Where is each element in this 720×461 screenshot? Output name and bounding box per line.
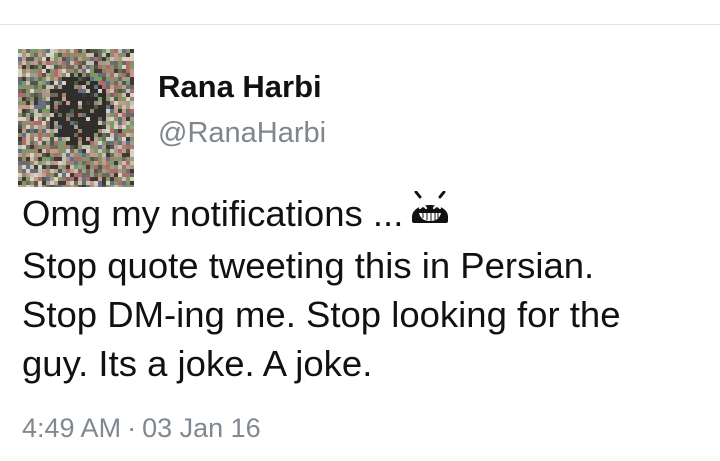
android-laughing-icon	[409, 188, 451, 237]
tweet-text-line: Omg my notifications ...	[22, 189, 712, 241]
meta-separator: ·	[127, 413, 137, 443]
tweet-timestamp: 4:49 AM · 03 Jan 16	[22, 413, 261, 444]
tweet-date: 03 Jan 16	[142, 413, 261, 443]
tweet-text-line-4: guy. Its a joke. A joke.	[22, 342, 373, 384]
author-name[interactable]: Rana Harbi	[158, 69, 322, 105]
tweet-text-line-3: Stop DM-ing me. Stop looking for the	[22, 293, 621, 335]
tweet-card: Rana Harbi @RanaHarbi Omg my notificatio…	[0, 25, 720, 461]
tweet-text-line-2: Stop quote tweeting this in Persian.	[22, 244, 595, 286]
author-handle[interactable]: @RanaHarbi	[158, 117, 326, 150]
tweet-text-line-1: Omg my notifications ...	[22, 193, 404, 234]
noise-avatar-icon	[18, 49, 134, 187]
tweet-time: 4:49 AM	[22, 413, 122, 443]
avatar[interactable]	[18, 49, 134, 187]
tweet-text: Omg my notifications ... Stop quote twee…	[22, 189, 712, 388]
